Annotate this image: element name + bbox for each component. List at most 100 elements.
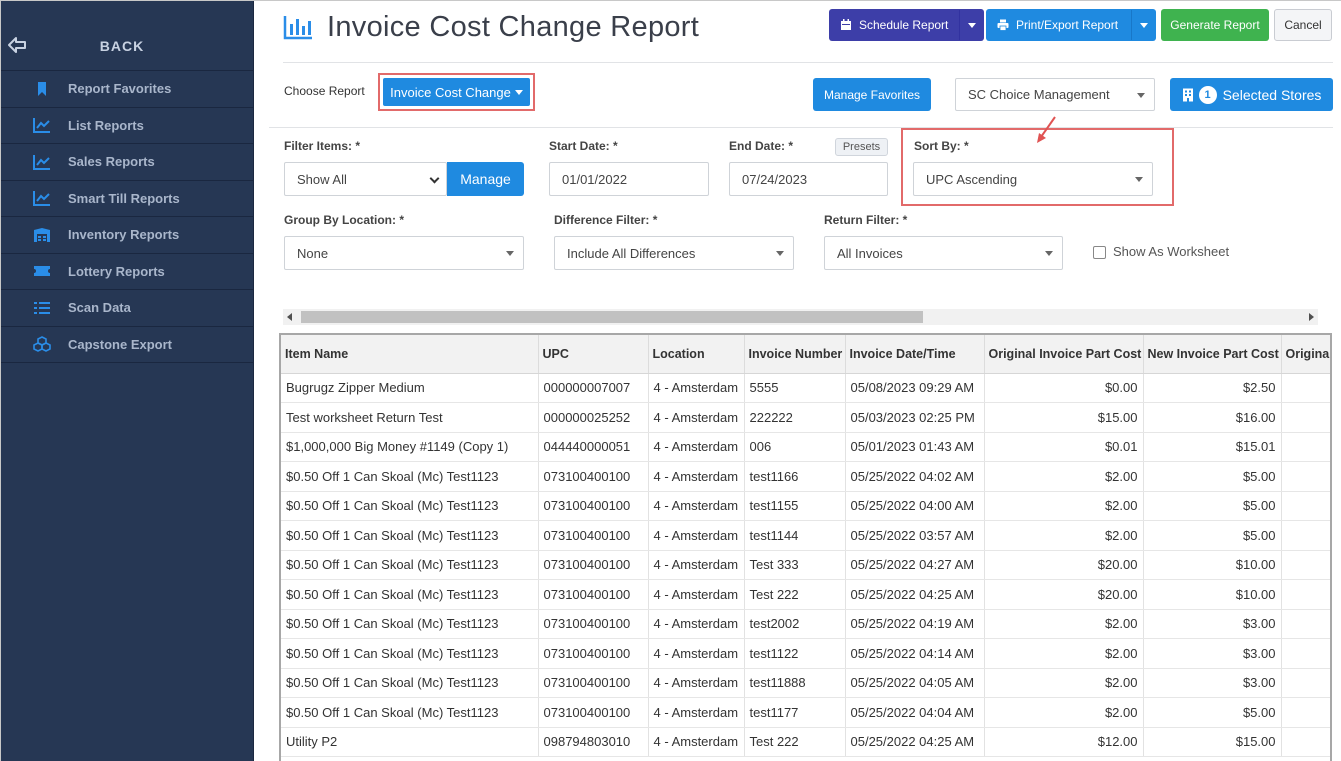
table-cell: 4 - Amsterdam	[648, 520, 745, 551]
table-cell	[1281, 461, 1330, 492]
show-as-worksheet-checkbox[interactable]	[1093, 246, 1106, 259]
manage-favorites-button[interactable]: Manage Favorites	[813, 78, 931, 111]
filter-items-select[interactable]: Show All	[284, 162, 447, 196]
table-row[interactable]: $0.50 Off 1 Can Skoal (Mc) Test1123 07310…	[281, 638, 1330, 669]
schedule-report-dropdown[interactable]	[959, 10, 983, 40]
table-row[interactable]: $0.50 Off 1 Can Skoal (Mc) Test1123 07310…	[281, 550, 1330, 580]
group-by-location-select[interactable]: None	[284, 236, 524, 270]
horizontal-scrollbar[interactable]	[283, 309, 1318, 325]
table-cell: $12.00	[984, 727, 1144, 757]
sort-by-select[interactable]: UPC Ascending	[913, 162, 1153, 196]
column-header[interactable]: UPC	[538, 335, 649, 374]
schedule-report-button[interactable]: Schedule Report	[829, 9, 984, 41]
stores-count-badge: 1	[1198, 85, 1217, 104]
table-cell: 073100400100	[538, 461, 649, 492]
start-date-input[interactable]: 01/01/2022	[549, 162, 709, 196]
table-header-row: Item Name UPC Location Invoice Number In…	[281, 335, 1330, 374]
end-date-input[interactable]: 07/24/2023	[729, 162, 888, 196]
table-cell: 4 - Amsterdam	[648, 491, 745, 521]
print-export-main[interactable]: Print/Export Report	[987, 18, 1131, 32]
end-date-label: End Date: *	[729, 139, 794, 153]
table-cell: $2.00	[984, 520, 1144, 551]
table-row[interactable]: $0.50 Off 1 Can Skoal (Mc) Test1123 07310…	[281, 579, 1330, 610]
column-header[interactable]: Invoice Number	[744, 335, 846, 374]
table-cell: test1144	[744, 520, 846, 551]
choose-report-dropdown[interactable]: Invoice Cost Change	[383, 78, 530, 106]
sidebar: BACK Report Favorites List Reports Sales…	[1, 1, 254, 761]
sidebar-item-label: Sales Reports	[68, 154, 155, 170]
table-cell: $3.00	[1143, 609, 1282, 639]
table-row[interactable]: $0.50 Off 1 Can Skoal (Mc) Test1123 07310…	[281, 491, 1330, 521]
table-row[interactable]: $1,000,000 Big Money #1149 (Copy 1) 04444…	[281, 432, 1330, 462]
sidebar-item-smart-till-reports[interactable]: Smart Till Reports	[1, 181, 253, 217]
generate-report-button[interactable]: Generate Report	[1161, 9, 1269, 41]
table-row[interactable]: $0.50 Off 1 Can Skoal (Mc) Test1123 07310…	[281, 668, 1330, 698]
table-cell: 05/25/2022 04:02 AM	[845, 461, 985, 492]
filter-items-label: Filter Items: *	[284, 139, 361, 153]
table-cell: 4 - Amsterdam	[648, 373, 745, 403]
column-header[interactable]: Original Invoice Part Cost	[984, 335, 1144, 374]
table-cell: 000000025252	[538, 402, 649, 433]
printer-icon	[997, 19, 1009, 31]
selected-stores-button[interactable]: 1 Selected Stores	[1170, 78, 1333, 111]
scrollbar-thumb[interactable]	[301, 311, 923, 323]
table-cell: $0.50 Off 1 Can Skoal (Mc) Test1123	[281, 461, 539, 492]
main-content: Invoice Cost Change Report Schedule Repo…	[255, 1, 1341, 761]
schedule-report-main[interactable]: Schedule Report	[830, 18, 959, 32]
column-header[interactable]: Item Name	[281, 335, 539, 374]
choose-report-label: Choose Report	[284, 84, 365, 98]
table-row[interactable]: $0.50 Off 1 Can Skoal (Mc) Test1123 07310…	[281, 461, 1330, 492]
table-cell: 05/25/2022 04:04 AM	[845, 697, 985, 728]
table-cell: $20.00	[984, 579, 1144, 610]
table-cell	[1281, 609, 1330, 639]
table-row[interactable]: Utility P2 098794803010 4 - Amsterdam Test …	[281, 727, 1330, 757]
table-cell	[1281, 727, 1330, 757]
sidebar-item-lottery-reports[interactable]: Lottery Reports	[1, 254, 253, 290]
return-filter-select[interactable]: All Invoices	[824, 236, 1063, 270]
line-chart-icon	[33, 190, 51, 207]
report-page: BACK Report Favorites List Reports Sales…	[0, 0, 1341, 761]
sidebar-item-label: Report Favorites	[68, 81, 172, 97]
table-row[interactable]: $0.50 Off 1 Can Skoal (Mc) Test1123 07310…	[281, 609, 1330, 639]
ticket-icon	[33, 263, 51, 279]
back-button[interactable]: BACK	[1, 1, 253, 71]
table-cell: $0.50 Off 1 Can Skoal (Mc) Test1123	[281, 638, 539, 669]
column-header[interactable]: Original	[1281, 335, 1330, 374]
table-cell: $1,000,000 Big Money #1149 (Copy 1)	[281, 432, 539, 462]
presets-button[interactable]: Presets	[835, 138, 888, 156]
table-cell	[1281, 520, 1330, 551]
cancel-button[interactable]: Cancel	[1274, 9, 1332, 41]
table-row[interactable]: $0.50 Off 1 Can Skoal (Mc) Test1123 07310…	[281, 520, 1330, 551]
column-header[interactable]: Location	[648, 335, 745, 374]
print-export-button[interactable]: Print/Export Report	[986, 9, 1156, 41]
table-cell: 073100400100	[538, 609, 649, 639]
sidebar-item-scan-data[interactable]: Scan Data	[1, 290, 253, 327]
sidebar-item-capstone-export[interactable]: Capstone Export	[1, 327, 253, 363]
sidebar-item-label: Lottery Reports	[68, 263, 165, 279]
sidebar-item-inventory-reports[interactable]: Inventory Reports	[1, 217, 253, 254]
column-header[interactable]: Invoice Date/Time	[845, 335, 985, 374]
start-date-label: Start Date: *	[549, 139, 618, 153]
table-row[interactable]: Test worksheet Return Test 000000025252 4 …	[281, 402, 1330, 433]
table-row[interactable]: Bugrugz Zipper Medium 000000007007 4 - Ams…	[281, 373, 1330, 403]
caret-down-icon	[514, 89, 523, 95]
sidebar-item-list-reports[interactable]: List Reports	[1, 108, 253, 144]
table-cell: Test 222	[744, 727, 846, 757]
chevron-down-icon	[429, 173, 440, 184]
sidebar-item-sales-reports[interactable]: Sales Reports	[1, 144, 253, 181]
scroll-left-icon[interactable]	[287, 313, 292, 321]
table-cell: test1177	[744, 697, 846, 728]
column-header[interactable]: New Invoice Part Cost	[1143, 335, 1282, 374]
report-table-container: Item Name UPC Location Invoice Number In…	[279, 333, 1332, 761]
table-cell	[1281, 402, 1330, 433]
manage-button[interactable]: Manage	[447, 162, 524, 196]
table-body: Bugrugz Zipper Medium 000000007007 4 - Ams…	[281, 373, 1330, 757]
sidebar-item-report-favorites[interactable]: Report Favorites	[1, 71, 253, 108]
caret-down-icon	[506, 251, 514, 256]
print-export-dropdown[interactable]	[1131, 10, 1155, 40]
table-row[interactable]: $0.50 Off 1 Can Skoal (Mc) Test1123 07310…	[281, 697, 1330, 728]
scroll-right-icon[interactable]	[1309, 313, 1314, 321]
company-select[interactable]: SC Choice Management	[955, 78, 1155, 111]
difference-filter-select[interactable]: Include All Differences	[554, 236, 794, 270]
table-cell: 05/25/2022 03:57 AM	[845, 520, 985, 551]
